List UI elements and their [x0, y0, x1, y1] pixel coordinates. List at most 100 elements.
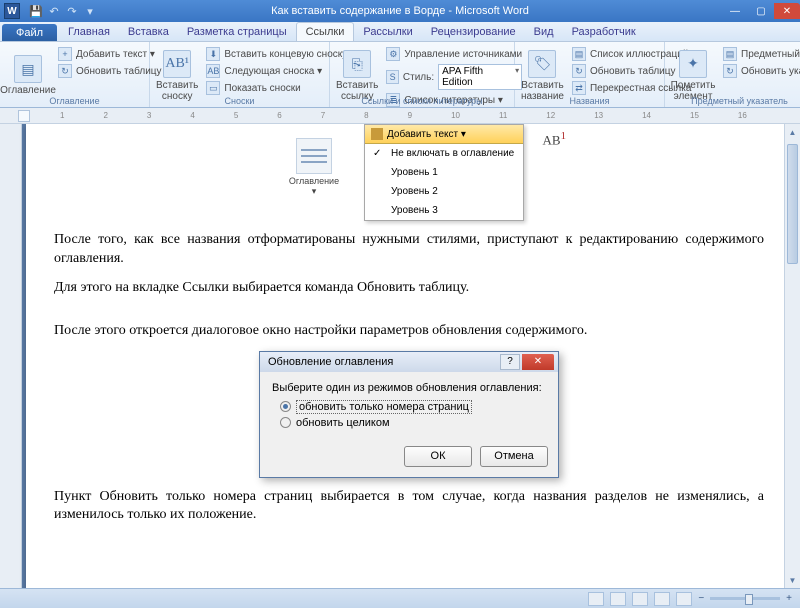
footnote-icon: AB¹ — [163, 50, 191, 78]
ribbon-group-citations: ⎘ Вставить ссылку ⚙Управление источникам… — [330, 42, 515, 107]
scroll-up-arrow[interactable]: ▲ — [785, 124, 800, 140]
dialog-help-button: ? — [500, 354, 520, 370]
next-footnote-button[interactable]: ABСледующая сноска ▾ — [203, 63, 350, 79]
dialog-buttons: ОК Отмена — [260, 442, 558, 477]
radio-option-1: обновить только номера страниц — [280, 400, 546, 414]
embedded-screenshot-1: Оглавление ▾ AB1 Добавить текст ▾ Не вкл… — [274, 124, 544, 221]
manage-sources-button[interactable]: ⚙Управление источниками — [383, 46, 525, 62]
ribbon: ▤ Оглавление +Добавить текст ▾ ↻Обновить… — [0, 42, 800, 108]
next-footnote-icon: AB — [206, 64, 220, 78]
show-notes-button[interactable]: ▭Показать сноски — [203, 80, 350, 96]
update-index-button[interactable]: ↻Обновить указатель — [720, 63, 800, 79]
ruler-corner — [18, 110, 30, 122]
update-icon-2: ↻ — [572, 64, 586, 78]
crossref-icon: ⇄ — [572, 81, 586, 95]
ruler-marks: 12345678910111213141516 — [60, 111, 747, 120]
style-dropdown[interactable]: SСтиль:APA Fifth Edition — [383, 63, 525, 91]
embedded-ab-icon: AB1 — [543, 130, 566, 148]
embedded-menu-item: Уровень 2 — [365, 182, 523, 201]
zoom-minus[interactable]: − — [698, 593, 704, 604]
ribbon-group-footnotes: AB¹ Вставить сноску ⬇Вставить концевую с… — [150, 42, 330, 107]
view-draft-button[interactable] — [676, 592, 692, 606]
style-icon: S — [386, 70, 399, 84]
dialog-prompt: Выберите один из режимов обновления огла… — [272, 382, 546, 394]
file-tab[interactable]: Файл — [2, 24, 57, 41]
tab-insert[interactable]: Вставка — [119, 22, 178, 41]
ok-button: ОК — [404, 446, 472, 467]
tab-view[interactable]: Вид — [525, 22, 563, 41]
vertical-ruler[interactable] — [0, 124, 22, 608]
embedded-dialog: Обновление оглавления ? ✕ Выберите один … — [259, 351, 559, 478]
document-page[interactable]: Оглавление ▾ AB1 Добавить текст ▾ Не вкл… — [26, 124, 792, 608]
show-notes-icon: ▭ — [206, 81, 220, 95]
horizontal-ruler[interactable]: 12345678910111213141516 — [0, 108, 800, 124]
view-outline-button[interactable] — [654, 592, 670, 606]
update-index-icon: ↻ — [723, 64, 737, 78]
figures-icon: ▤ — [572, 47, 586, 61]
embedded-toc-icon — [296, 138, 332, 174]
dialog-title-text: Обновление оглавления — [268, 356, 393, 368]
caption-icon: 🏷 — [528, 50, 556, 78]
tab-developer[interactable]: Разработчик — [563, 22, 645, 41]
minimize-button[interactable]: — — [722, 3, 748, 19]
insert-endnote-button[interactable]: ⬇Вставить концевую сноску — [203, 46, 350, 62]
undo-icon[interactable]: ↶ — [46, 3, 62, 19]
paragraph[interactable]: Для этого на вкладке Ссылки выбирается к… — [54, 279, 764, 298]
embedded-dropdown: Добавить текст ▾ Не включать в оглавлени… — [364, 124, 524, 221]
embedded-menu-item: Уровень 1 — [365, 163, 523, 182]
redo-icon[interactable]: ↷ — [64, 3, 80, 19]
insert-index-button[interactable]: ▤Предметный указатель — [720, 46, 800, 62]
tab-review[interactable]: Рецензирование — [422, 22, 525, 41]
add-text-button[interactable]: +Добавить текст ▾ — [55, 46, 165, 62]
window-controls: — ▢ ✕ — [722, 3, 800, 19]
embedded-dropdown-header: Добавить текст ▾ — [365, 125, 523, 144]
tab-home[interactable]: Главная — [59, 22, 119, 41]
embedded-toc-button: Оглавление ▾ — [274, 138, 354, 197]
document-area: Оглавление ▾ AB1 Добавить текст ▾ Не вкл… — [0, 124, 800, 608]
ribbon-group-captions: 🏷 Вставить название ▤Список иллюстраций … — [515, 42, 665, 107]
status-bar: − + — [0, 588, 800, 608]
ribbon-group-index: ✦ Пометить элемент ▤Предметный указатель… — [665, 42, 800, 107]
zoom-slider[interactable] — [710, 597, 780, 600]
endnote-icon: ⬇ — [206, 47, 220, 61]
tab-mailings[interactable]: Рассылки — [354, 22, 421, 41]
ribbon-group-toc: ▤ Оглавление +Добавить текст ▾ ↻Обновить… — [0, 42, 150, 107]
toc-icon: ▤ — [14, 55, 42, 83]
add-text-icon: + — [58, 47, 72, 61]
title-bar: W 💾 ↶ ↷ ▾ Как вставить содержание в Ворд… — [0, 0, 800, 22]
view-web-button[interactable] — [632, 592, 648, 606]
tab-page-layout[interactable]: Разметка страницы — [178, 22, 296, 41]
paragraph[interactable]: Пункт Обновить только номера страниц выб… — [54, 488, 764, 526]
qat-more-icon[interactable]: ▾ — [82, 3, 98, 19]
word-app-icon: W — [4, 3, 20, 19]
update-table-button[interactable]: ↻Обновить таблицу — [55, 63, 165, 79]
tab-references[interactable]: Ссылки — [296, 22, 355, 41]
view-print-layout-button[interactable] — [588, 592, 604, 606]
quick-access-toolbar: 💾 ↶ ↷ ▾ — [28, 3, 98, 19]
zoom-plus[interactable]: + — [786, 593, 792, 604]
scroll-thumb[interactable] — [787, 144, 798, 264]
maximize-button[interactable]: ▢ — [748, 3, 774, 19]
sources-icon: ⚙ — [386, 47, 400, 61]
close-button[interactable]: ✕ — [774, 3, 800, 19]
dialog-titlebar: Обновление оглавления ? ✕ — [260, 352, 558, 372]
mark-entry-icon: ✦ — [679, 50, 707, 78]
citation-icon: ⎘ — [343, 50, 371, 78]
vertical-scrollbar[interactable]: ▲ ▼ — [784, 124, 800, 588]
paragraph[interactable]: После того, как все названия отформатиро… — [54, 231, 764, 269]
save-icon[interactable]: 💾 — [28, 3, 44, 19]
dialog-body: Выберите один из режимов обновления огла… — [260, 372, 558, 442]
embedded-menu-item: Уровень 3 — [365, 201, 523, 220]
style-combo[interactable]: APA Fifth Edition — [438, 64, 522, 90]
window-title: Как вставить содержание в Ворде - Micros… — [271, 5, 529, 17]
scroll-down-arrow[interactable]: ▼ — [785, 572, 800, 588]
dialog-close-button: ✕ — [522, 354, 554, 370]
cancel-button: Отмена — [480, 446, 548, 467]
view-full-screen-button[interactable] — [610, 592, 626, 606]
index-icon: ▤ — [723, 47, 737, 61]
radio-option-2: обновить целиком — [280, 417, 546, 429]
radio-icon — [280, 401, 291, 412]
update-icon: ↻ — [58, 64, 72, 78]
paragraph[interactable]: После этого откроется диалоговое окно на… — [54, 322, 764, 341]
radio-icon — [280, 417, 291, 428]
